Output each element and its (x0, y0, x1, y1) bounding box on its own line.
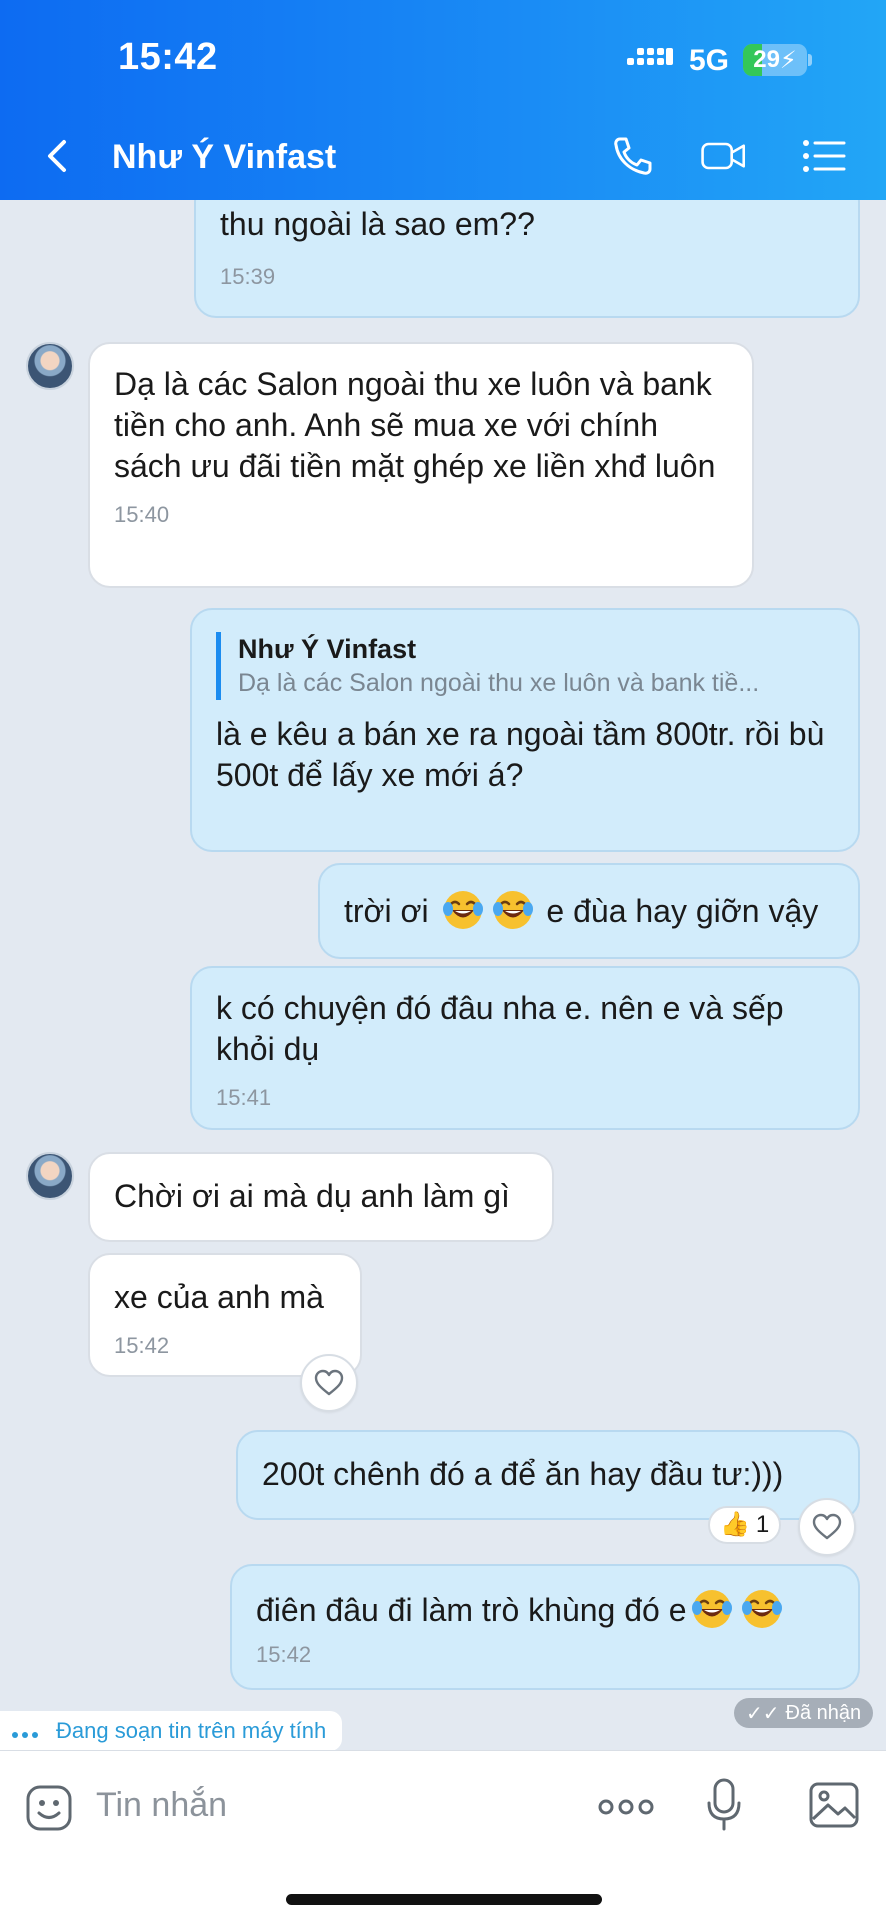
avatar[interactable] (26, 342, 74, 390)
outgoing-message[interactable]: điên đâu đi làm trò khùng đó e 15:42 (230, 1564, 860, 1690)
image-icon[interactable] (808, 1781, 860, 1829)
outgoing-message[interactable]: trời ơi e đùa hay giỡn vậy (318, 863, 860, 959)
quoted-text: Dạ là các Salon ngoài thu xe luôn và ban… (238, 669, 760, 697)
phone-icon[interactable] (608, 135, 656, 177)
tears-of-joy-emoji (691, 1590, 732, 1628)
react-heart-button[interactable] (798, 1498, 856, 1556)
quoted-sender: Như Ý Vinfast (238, 634, 417, 664)
more-dots-icon[interactable] (598, 1795, 654, 1819)
message-time: 15:42 (114, 1333, 170, 1358)
message-text: Chời ơi ai mà dụ anh làm gì (114, 1178, 510, 1214)
typing-dots-icon (12, 1718, 42, 1744)
conversation-title[interactable]: Như Ý Vinfast (112, 138, 336, 177)
avatar[interactable] (26, 1152, 74, 1200)
message-text: thu ngoài là sao em?? (220, 206, 535, 242)
message-text: k có chuyện đó đâu nha e. nên e và sếp k… (216, 990, 784, 1067)
message-list[interactable]: thu ngoài là sao em?? 15:39 Dạ là các Sa… (0, 200, 886, 1750)
incoming-message[interactable]: Chời ơi ai mà dụ anh làm gì (88, 1152, 554, 1242)
tears-of-joy-emoji (442, 891, 483, 929)
status-time: 15:42 (118, 36, 218, 78)
message-input-bar (0, 1750, 886, 1920)
signal-strength-icon (627, 48, 673, 65)
message-text: trời ơi (344, 893, 429, 929)
microphone-icon[interactable] (706, 1777, 742, 1833)
sticker-icon[interactable] (24, 1783, 74, 1833)
thumbs-up-icon: 👍 (720, 1511, 750, 1538)
react-heart-button[interactable] (300, 1354, 358, 1412)
tears-of-joy-emoji (741, 1590, 782, 1628)
message-time: 15:41 (216, 1085, 272, 1110)
receipt-text: Đã nhận (785, 1701, 862, 1724)
double-check-icon: ✓✓ (746, 1702, 780, 1725)
battery-indicator: 29 ⚡ (743, 44, 807, 76)
tears-of-joy-emoji (492, 891, 533, 929)
outgoing-message[interactable]: thu ngoài là sao em?? 15:39 (194, 200, 860, 318)
message-time: 15:39 (220, 264, 276, 289)
typing-text: Đang soạn tin trên máy tính (56, 1718, 327, 1743)
video-camera-icon[interactable] (700, 135, 748, 177)
heart-icon (812, 1513, 842, 1540)
outgoing-reply-message[interactable]: Như Ý Vinfast Dạ là các Salon ngoài thu … (190, 608, 860, 852)
chat-header: 15:42 5G 29 ⚡ Như Ý Vinfast (0, 0, 886, 200)
incoming-message[interactable]: Dạ là các Salon ngoài thu xe luôn và ban… (88, 342, 754, 588)
outgoing-message[interactable]: k có chuyện đó đâu nha e. nên e và sếp k… (190, 966, 860, 1130)
message-time: 15:42 (256, 1642, 312, 1667)
message-input[interactable] (96, 1779, 556, 1831)
message-text: e đùa hay giỡn vậy (546, 893, 819, 929)
message-time: 15:40 (114, 502, 170, 527)
typing-indicator: Đang soạn tin trên máy tính (0, 1711, 343, 1750)
message-text: điên đâu đi làm trò khùng đó e (256, 1592, 687, 1628)
delivery-receipt: ✓✓ Đã nhận (734, 1698, 874, 1728)
home-indicator[interactable] (286, 1894, 602, 1905)
reaction-count: 1 (755, 1511, 770, 1538)
heart-icon (314, 1369, 344, 1396)
battery-nub (808, 54, 812, 66)
chevron-left-icon[interactable] (42, 136, 74, 176)
message-text: Dạ là các Salon ngoài thu xe luôn và ban… (114, 366, 716, 484)
message-text: là e kêu a bán xe ra ngoài tầm 800tr. rồ… (216, 716, 825, 793)
list-menu-icon[interactable] (800, 135, 848, 177)
message-text: 200t chênh đó a để ăn hay đầu tư:))) (262, 1456, 784, 1492)
network-type: 5G (689, 44, 730, 77)
message-text: xe của anh mà (114, 1279, 324, 1315)
reaction-summary[interactable]: 👍 1 (708, 1506, 782, 1544)
battery-level: 29 ⚡ (753, 46, 797, 74)
quoted-message[interactable]: Như Ý Vinfast Dạ là các Salon ngoài thu … (216, 632, 834, 700)
